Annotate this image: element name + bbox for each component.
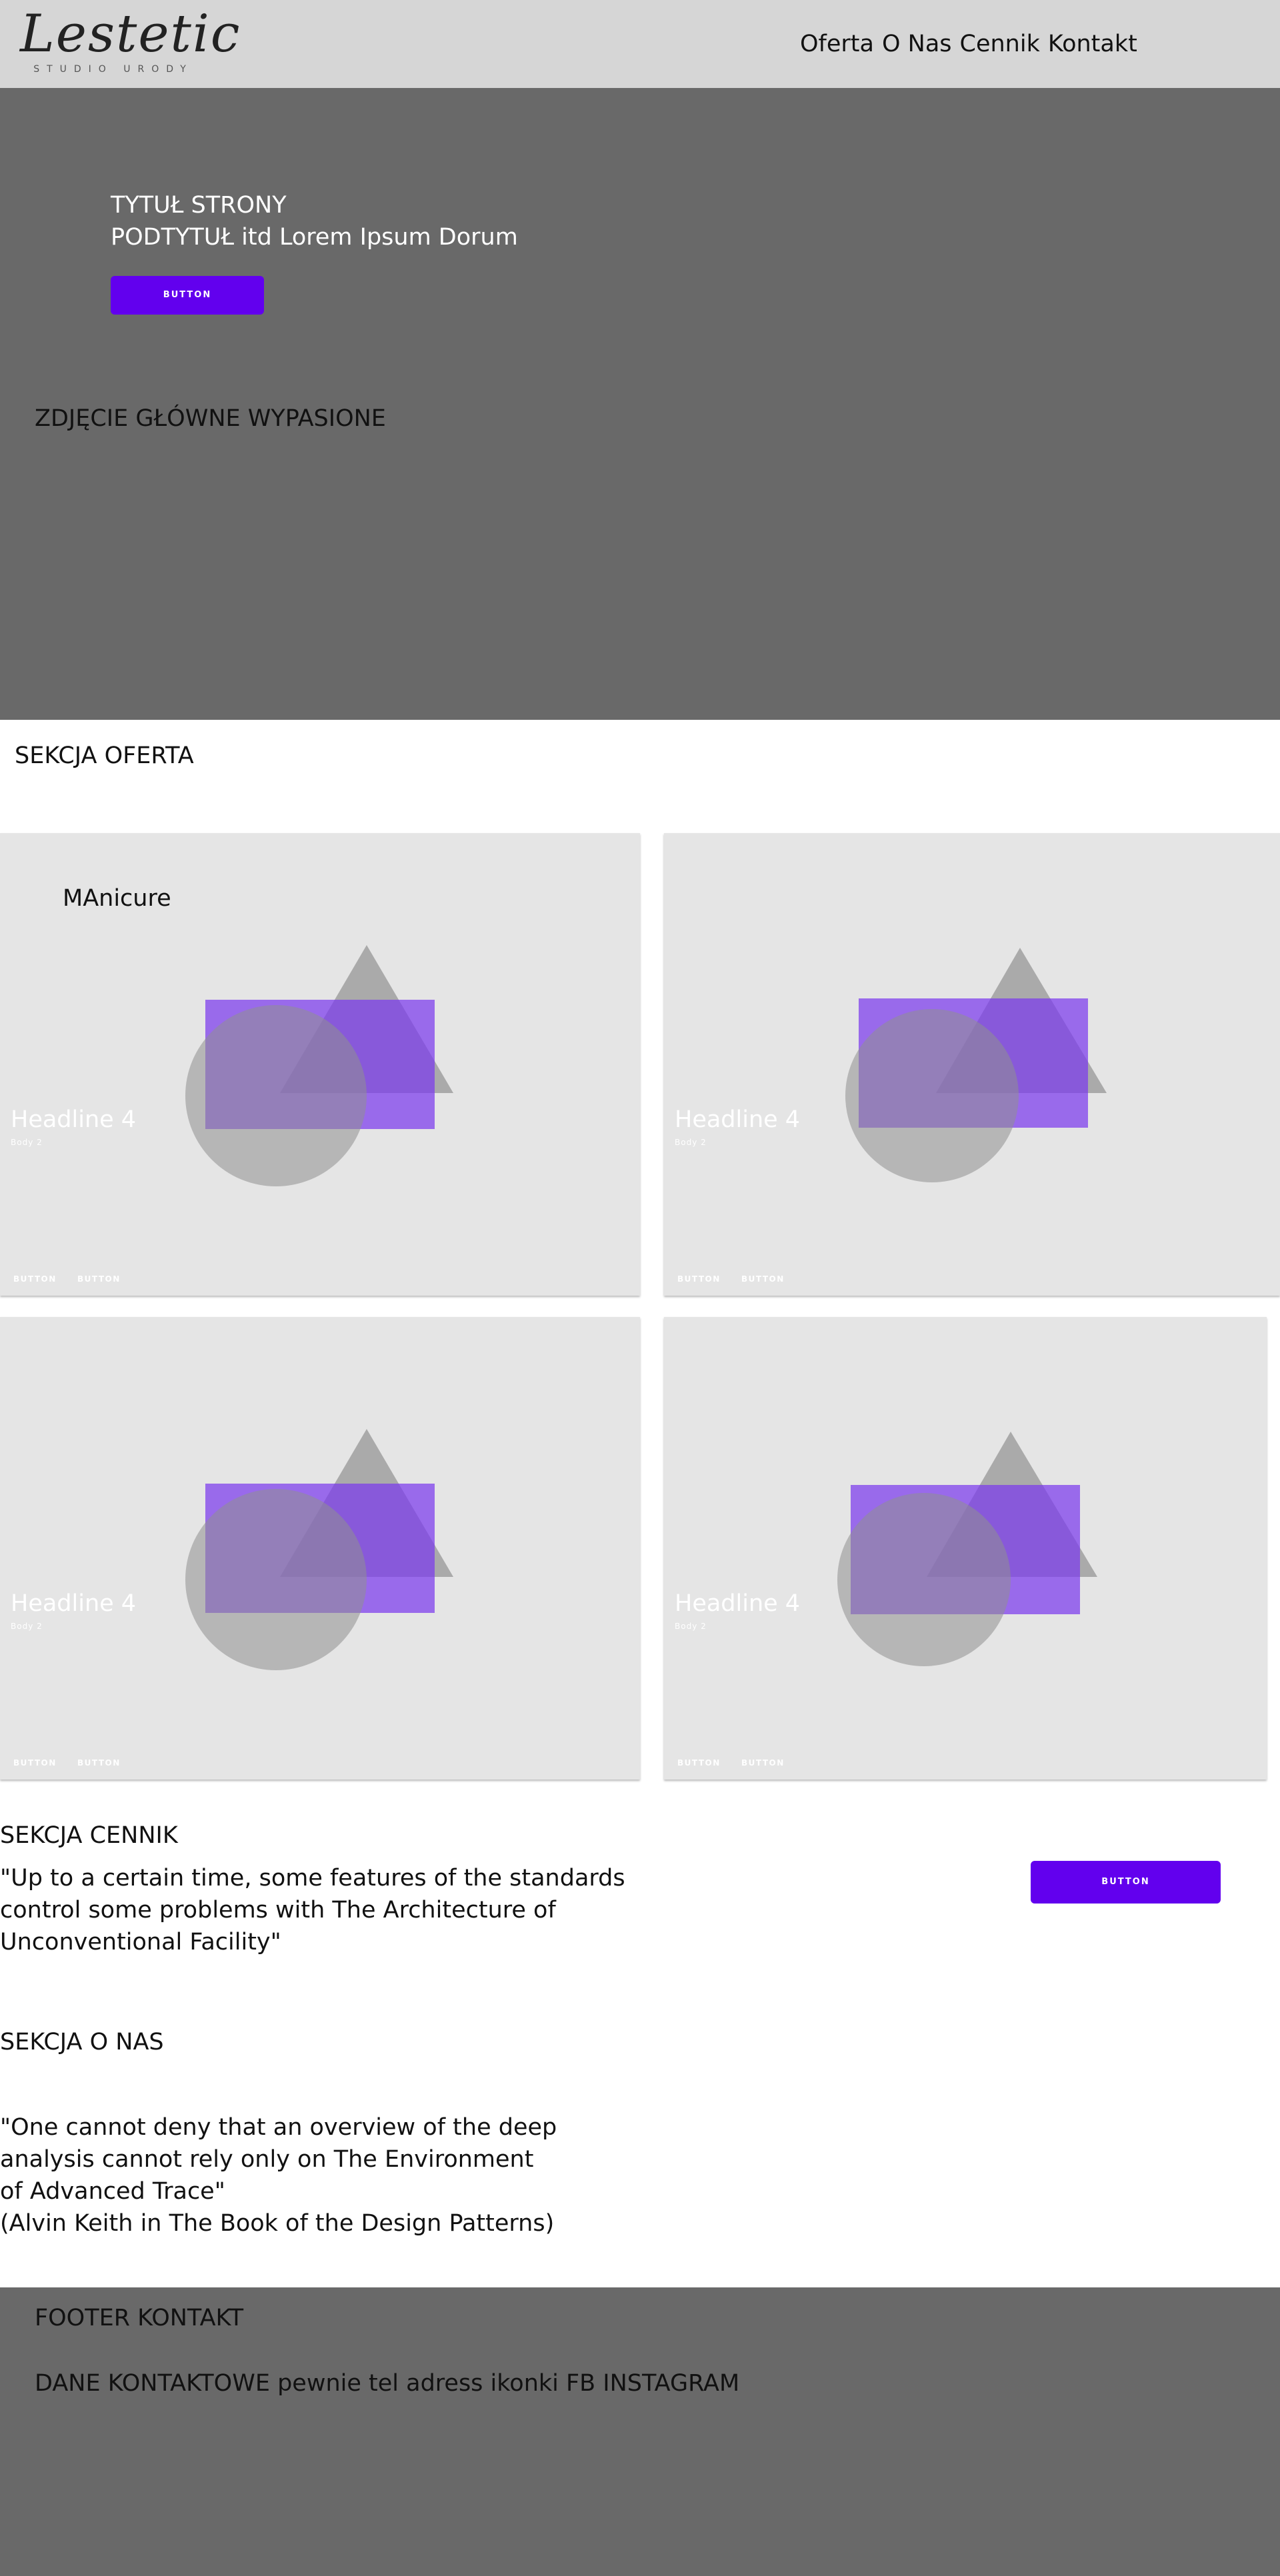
offer-section-title: SEKCJA OFERTA — [15, 742, 194, 769]
offer-card-button-secondary[interactable]: BUTTON — [741, 1274, 785, 1284]
main-nav: Oferta O Nas Cennik Kontakt — [800, 29, 1145, 59]
offer-card-button-primary[interactable]: BUTTON — [677, 1758, 721, 1768]
hero-photo-placeholder: ZDJĘCIE GŁÓWNE WYPASIONE — [35, 405, 386, 432]
nav-item-cennik[interactable]: Cennik — [960, 31, 1040, 57]
offer-card-button-primary[interactable]: BUTTON — [13, 1758, 57, 1768]
offer-card-headline: Headline 4 — [11, 1106, 137, 1133]
price-quote: "Up to a certain time, some features of … — [0, 1865, 625, 1955]
offer-card-headline: Headline 4 — [675, 1590, 801, 1617]
offer-card[interactable]: Headline 4 Body 2 BUTTON BUTTON — [0, 1317, 640, 1780]
offer-card-button-secondary[interactable]: BUTTON — [741, 1758, 785, 1768]
offer-card-button-primary[interactable]: BUTTON — [13, 1274, 57, 1284]
hero-title: TYTUŁ STRONY — [111, 192, 287, 219]
offer-card-label: MAnicure — [63, 885, 171, 912]
placeholder-shapes-icon — [185, 1429, 453, 1670]
hero-subtitle: PODTYTUŁ itd Lorem Ipsum Dorum — [111, 224, 518, 251]
offer-card-headline: Headline 4 — [675, 1106, 801, 1133]
hero-section — [0, 88, 1280, 720]
logo-wordmark: Lestetic — [20, 4, 241, 64]
nav-item-o-nas[interactable]: O Nas — [882, 31, 952, 57]
placeholder-shapes-icon — [845, 948, 1107, 1182]
about-quote: "One cannot deny that an overview of the… — [0, 2114, 557, 2205]
nav-item-kontakt[interactable]: Kontakt — [1048, 31, 1137, 57]
logo[interactable]: Lestetic STUDIO URODY — [20, 4, 241, 83]
offer-card-headline: Headline 4 — [11, 1590, 137, 1617]
offer-card[interactable]: MAnicure Headline 4 Body 2 BUTTON BUTTON — [0, 833, 640, 1296]
offer-card[interactable]: Headline 4 Body 2 BUTTON BUTTON — [664, 1317, 1267, 1780]
hero-button[interactable]: BUTTON — [111, 276, 264, 315]
logo-tagline: STUDIO URODY — [33, 64, 193, 75]
offer-card[interactable]: Headline 4 Body 2 BUTTON BUTTON — [664, 833, 1280, 1296]
offer-card-button-secondary[interactable]: BUTTON — [77, 1758, 121, 1768]
footer-contact-details: DANE KONTAKTOWE pewnie tel adress ikonki… — [35, 2370, 740, 2397]
about-quote-author: (Alvin Keith in The Book of the Design P… — [0, 2210, 555, 2237]
offer-card-subtitle: Body 2 — [675, 1622, 707, 1631]
placeholder-shapes-icon — [837, 1432, 1097, 1666]
nav-item-oferta[interactable]: Oferta — [800, 31, 874, 57]
offer-card-subtitle: Body 2 — [11, 1622, 43, 1631]
placeholder-shapes-icon — [185, 945, 453, 1186]
about-section-title: SEKCJA O NAS — [0, 2029, 164, 2055]
offer-card-subtitle: Body 2 — [11, 1138, 43, 1147]
footer-title: FOOTER KONTAKT — [35, 2305, 244, 2331]
price-button[interactable]: BUTTON — [1031, 1861, 1221, 1904]
price-section-title: SEKCJA CENNIK — [0, 1822, 178, 1849]
offer-card-button-primary[interactable]: BUTTON — [677, 1274, 721, 1284]
offer-card-button-secondary[interactable]: BUTTON — [77, 1274, 121, 1284]
offer-card-subtitle: Body 2 — [675, 1138, 707, 1147]
